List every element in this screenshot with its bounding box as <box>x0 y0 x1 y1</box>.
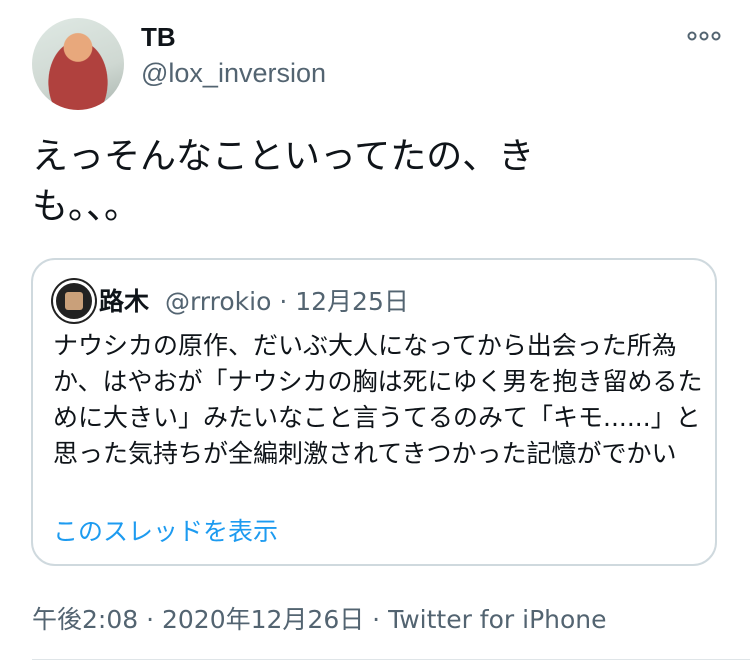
tweet-text: えっそんなこといってたの、きも。、。 <box>32 136 535 227</box>
quoted-author-handle: @rrrokio <box>164 287 272 316</box>
author-name[interactable]: TB <box>141 22 176 53</box>
author-handle[interactable]: @lox_inversion <box>141 58 326 89</box>
quoted-tweet[interactable]: 路木 @rrrokio · 12月25日 ナウシカの原作、だいぶ大人になってから… <box>31 258 717 566</box>
quoted-author-name[interactable]: 路木 <box>99 287 149 316</box>
show-thread-link[interactable]: このスレッドを表示 <box>53 512 278 548</box>
separator-dot: · <box>279 287 296 316</box>
divider <box>32 659 750 660</box>
tweet-timestamp[interactable]: 午後2:08 · 2020年12月26日 · Twitter for iPhon… <box>32 600 607 636</box>
author-avatar[interactable] <box>32 18 124 110</box>
more-options-icon[interactable] <box>686 24 722 48</box>
quoted-author-avatar[interactable] <box>53 280 95 322</box>
quoted-tweet-date[interactable]: 12月25日 <box>295 287 409 316</box>
quoted-tweet-header: 路木 @rrrokio · 12月25日 <box>99 282 409 318</box>
quoted-tweet-text: ナウシカの原作、だいぶ大人になってから出会った所為か、はやおが「ナウシカの胸は死… <box>53 331 703 468</box>
